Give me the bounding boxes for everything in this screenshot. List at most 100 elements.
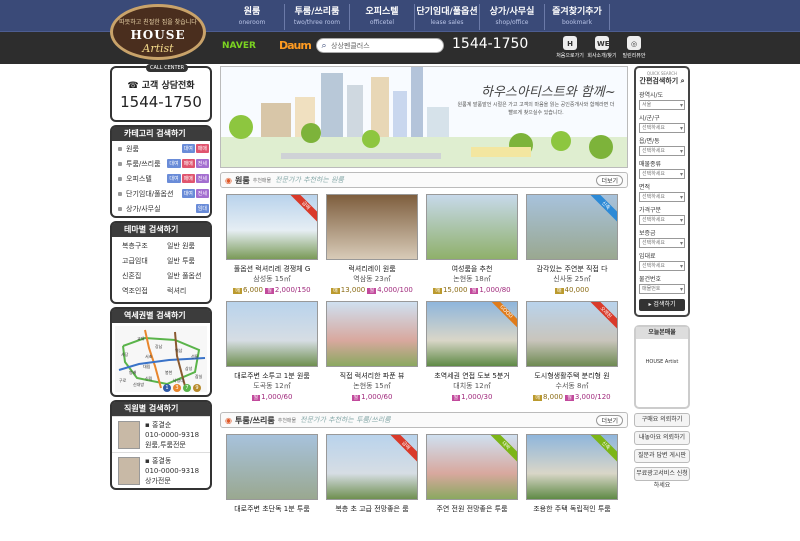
listing-photo[interactable] xyxy=(226,301,318,367)
category-badge[interactable]: 대여 xyxy=(181,144,195,153)
quick-field-select[interactable]: 선택하세요 xyxy=(639,192,685,202)
category-badge[interactable]: 매매 xyxy=(181,159,195,168)
listing-title[interactable]: 도시형생활주택 분리형 원 xyxy=(526,371,618,380)
category-badge[interactable]: 매매 xyxy=(181,174,195,183)
gnb-item-3[interactable]: 단기임대/풀옵션 lease sales xyxy=(415,4,480,30)
quick-field-select[interactable]: 선택하세요 xyxy=(639,215,685,225)
right-button-0[interactable]: 구매요 의뢰하기 xyxy=(634,413,690,427)
search-input[interactable] xyxy=(331,42,439,49)
quick-field-select[interactable]: 서울 xyxy=(639,100,685,110)
station-label[interactable]: 선릉 xyxy=(191,354,198,360)
category-item[interactable]: 오피스텔 대여 매매 전세 xyxy=(112,171,210,186)
staff-item[interactable]: ▪ 홍결순 010-0000-9318 원룸,투룸전문 xyxy=(112,416,210,452)
gnb-item-4[interactable]: 상가/사무실 shop/office xyxy=(480,4,545,30)
listing-photo[interactable]: 대박 xyxy=(426,434,518,500)
category-badge[interactable]: 대여 xyxy=(167,159,181,168)
station-label[interactable]: 대림 xyxy=(143,364,150,370)
right-button-2[interactable]: 질문과 답변 게시판 xyxy=(634,449,690,463)
station-label[interactable]: 강남 xyxy=(155,344,162,350)
line-number-badge[interactable]: 7 xyxy=(183,384,191,392)
listing-photo[interactable] xyxy=(426,194,518,260)
naver-link[interactable]: NAVER xyxy=(222,41,256,51)
station-label[interactable]: 신대방 xyxy=(133,382,144,388)
quick-icon-1[interactable]: WE 회사소개/찾기 xyxy=(586,36,618,59)
listing-photo[interactable]: 오래된 xyxy=(526,301,618,367)
station-label[interactable]: 봉천 xyxy=(165,370,172,376)
listing-card[interactable]: 급매 풀옵션 럭셔리레 경쟁체 G 삼성동 15㎡ 매 6,000 월 2,000/150 xyxy=(226,194,318,298)
category-badge[interactable]: 전세 xyxy=(195,189,209,198)
listing-title[interactable]: 대로주변 소투고 1분 원룸 xyxy=(226,371,318,380)
station-label[interactable]: 낙성대 xyxy=(173,378,184,384)
listing-title[interactable]: 직접 럭셔리한 파푼 뷰 xyxy=(326,371,418,380)
right-button-1[interactable]: 내놓아요 의뢰하기 xyxy=(634,431,690,445)
listing-photo[interactable]: 신축 xyxy=(526,194,618,260)
staff-item[interactable]: ▪ 홍결동 010-0000-9318 상가전문 xyxy=(112,452,210,488)
subway-map[interactable]: 강남 교대 역삼 선릉 사당 서초 방배 신림 신대방 봉천 낙성대 구로 대림 삼성 잠실 1 3 7 9 xyxy=(115,326,207,392)
category-badge[interactable]: 대여 xyxy=(181,189,195,198)
category-badge[interactable]: 전세 xyxy=(195,174,209,183)
category-item[interactable]: 원룸 대여 매매 xyxy=(112,141,210,156)
station-label[interactable]: 삼성 xyxy=(185,366,192,372)
site-logo[interactable]: 따뜻하고 친절한 집을 찾습니다 HOUSE Artist xyxy=(110,4,206,60)
station-label[interactable]: 역삼 xyxy=(175,348,182,354)
quick-field-select[interactable]: 선택하세요 xyxy=(639,169,685,179)
category-item[interactable]: 투룸/쓰리룸 대여 매매 전세 xyxy=(112,156,210,171)
station-label[interactable]: 신림 xyxy=(145,376,152,382)
station-label[interactable]: 교대 xyxy=(137,336,144,342)
listing-title[interactable]: 초역세권 연접 도보 5분거 xyxy=(426,371,518,380)
listing-card[interactable]: 대로주변 초단독 1분 투룸 xyxy=(226,434,318,538)
more-button[interactable]: 더보기 xyxy=(596,174,623,186)
listing-title[interactable]: 감각있는 주연분 직접 다 xyxy=(526,264,618,273)
line-number-badge[interactable]: 9 xyxy=(193,384,201,392)
category-item[interactable]: 상가/사무실 임대 xyxy=(112,201,210,216)
category-badge[interactable]: 매매 xyxy=(195,144,209,153)
category-badge[interactable]: 임대 xyxy=(195,204,209,213)
quick-field-select[interactable]: 선택하세요 xyxy=(639,261,685,271)
right-button-3[interactable]: 무료광고서비스 신청하세요 xyxy=(634,467,690,489)
line-number-badge[interactable]: 1 xyxy=(163,384,171,392)
station-label[interactable]: 구로 xyxy=(119,378,126,384)
gnb-item-2[interactable]: 오피스텔 officetel xyxy=(350,4,415,30)
station-label[interactable]: 잠실 xyxy=(195,374,202,380)
listing-card[interactable]: 신축 감각있는 주연분 직접 다 신사동 25㎡ 매 40,000 xyxy=(526,194,618,298)
theme-item[interactable]: 럭셔리 xyxy=(161,284,206,299)
more-button[interactable]: 더보기 xyxy=(596,414,623,426)
listing-title[interactable]: 풀옵션 럭셔리레 경쟁체 G xyxy=(226,264,318,273)
quick-icon-2[interactable]: ◎ 밀린리뷰안 xyxy=(618,36,650,59)
quick-field-select[interactable]: 선택하세요 xyxy=(639,123,685,133)
listing-photo[interactable]: 신축 xyxy=(526,434,618,500)
gnb-item-1[interactable]: 투룸/쓰리룸 two/three room xyxy=(285,4,350,30)
theme-item[interactable]: 일반 투룸 xyxy=(161,254,206,269)
listing-card[interactable]: 여성룸을 추천 논현동 18㎡ 매 15,000 월 1,000/80 xyxy=(426,194,518,298)
listing-photo[interactable] xyxy=(326,194,418,260)
category-badge[interactable]: 전세 xyxy=(195,159,209,168)
listing-photo[interactable]: 급매 xyxy=(326,434,418,500)
quick-field-select[interactable]: 선택하세요 xyxy=(639,146,685,156)
quick-field-select[interactable]: 매물번호 xyxy=(639,284,685,294)
listing-card[interactable]: 대박 주연 전원 전망좋은 투룸 xyxy=(426,434,518,538)
listing-photo[interactable] xyxy=(326,301,418,367)
listing-card[interactable]: 급매 복층 초 고급 전망좋은 룸 xyxy=(326,434,418,538)
category-badge[interactable]: 대여 xyxy=(167,174,181,183)
listing-photo[interactable]: GOOD xyxy=(426,301,518,367)
listing-title[interactable]: 여성룸을 추천 xyxy=(426,264,518,273)
listing-card[interactable]: 오래된 도시형생활주택 분리형 원 수서동 8㎡ 매 8,000 월 3,000/120 xyxy=(526,301,618,405)
listing-photo[interactable] xyxy=(226,434,318,500)
station-label[interactable]: 서초 xyxy=(145,354,152,360)
listing-card[interactable]: 럭셔리레이 원룸 역삼동 23㎡ 매 13,000 월 4,000/100 xyxy=(326,194,418,298)
listing-card[interactable]: 대로주변 소투고 1분 원룸 도곡동 12㎡ 월 1,000/60 xyxy=(226,301,318,405)
listing-card[interactable]: 신축 조용한 주택 독립적인 투룸 xyxy=(526,434,618,538)
search-icon[interactable]: ⌕ xyxy=(317,41,331,51)
quick-field-select[interactable]: 선택하세요 xyxy=(639,238,685,248)
theme-item[interactable]: 복층구조 xyxy=(116,239,161,254)
theme-item[interactable]: 일반 풀옵션 xyxy=(161,269,206,284)
search-box[interactable]: ⌕ xyxy=(316,38,444,53)
listing-card[interactable]: GOOD 초역세권 연접 도보 5분거 대치동 12㎡ 월 1,000/30 xyxy=(426,301,518,405)
gnb-item-5[interactable]: 즐겨찾기추가 bookmark xyxy=(545,4,610,30)
station-label[interactable]: 사당 xyxy=(121,352,128,358)
quick-search-button[interactable]: ▸ 검색하기 xyxy=(639,299,685,311)
listing-title[interactable]: 럭셔리레이 원룸 xyxy=(326,264,418,273)
theme-item[interactable]: 일반 원룸 xyxy=(161,239,206,254)
theme-item[interactable]: 역조인접 xyxy=(116,284,161,299)
station-label[interactable]: 방배 xyxy=(129,370,136,376)
